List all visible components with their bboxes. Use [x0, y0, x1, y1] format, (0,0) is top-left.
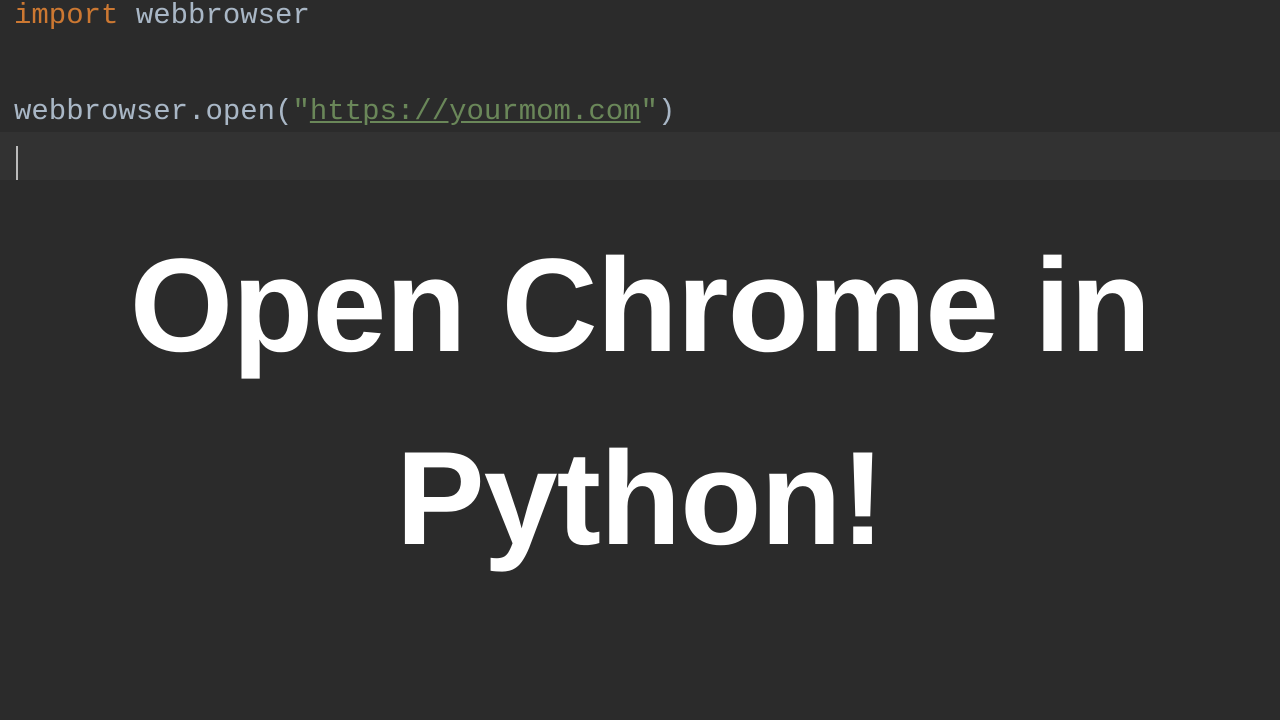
string-quote-close: " [641, 95, 658, 128]
keyword-import: import [14, 0, 118, 32]
dot-operator: . [188, 95, 205, 128]
code-content: import webbrowser webbrowser.open("https… [0, 0, 1280, 184]
code-line-4-cursor [0, 136, 1280, 184]
close-paren: ) [658, 95, 675, 128]
text-cursor [16, 146, 18, 180]
string-url: https://yourmom.com [310, 95, 641, 128]
code-line-1: import webbrowser [0, 0, 1280, 40]
code-line-2-blank [0, 40, 1280, 88]
object-ref: webbrowser [14, 95, 188, 128]
code-editor[interactable]: import webbrowser webbrowser.open("https… [0, 0, 1280, 712]
string-quote-open: " [292, 95, 309, 128]
method-name: open [205, 95, 275, 128]
code-line-3: webbrowser.open("https://yourmom.com") [0, 88, 1280, 136]
module-name: webbrowser [136, 0, 310, 32]
title-line-2: Python! [0, 403, 1280, 596]
title-overlay: Open Chrome in Python! [0, 210, 1280, 596]
title-line-1: Open Chrome in [0, 210, 1280, 403]
open-paren: ( [275, 95, 292, 128]
